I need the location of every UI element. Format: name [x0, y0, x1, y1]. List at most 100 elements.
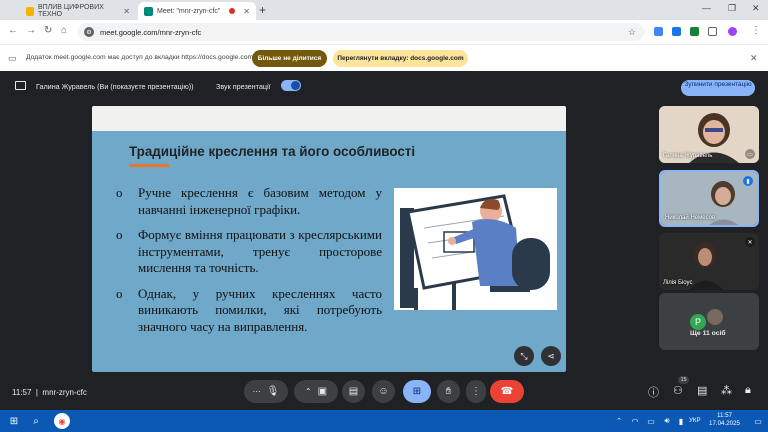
close-icon[interactable]: ✕ — [123, 7, 130, 16]
tab-title: Meet: "mnr-zryn-cfc" — [157, 7, 221, 15]
leave-call-button[interactable]: ☎ — [490, 380, 524, 403]
bullet-text: Формує вміння працювати з креслярськими … — [138, 227, 382, 275]
infobar-text: Додаток meet.google.com має доступ до вк… — [26, 54, 254, 61]
microphone-button[interactable]: ⋯ 🎙︎ — [244, 380, 288, 403]
reload-icon[interactable]: ↻ — [44, 25, 52, 36]
participant-tile[interactable]: Лілія Біоус ✕ — [659, 233, 759, 290]
emoji-icon: ☺ — [378, 386, 389, 397]
meeting-time-and-code: 11:57 | mnr-zryn-cfc — [12, 388, 87, 397]
mic-off-icon: ✕ — [745, 237, 755, 247]
stop-presenting-button[interactable]: Зупинити презентацію — [681, 80, 755, 96]
url-text: meet.google.com/mnr-zryn-cfc — [100, 27, 202, 37]
title-accent-line — [129, 164, 169, 167]
more-vertical-icon: ⋮ — [471, 386, 481, 397]
camera-button[interactable]: ⌃ ▣ — [294, 380, 338, 403]
present-screen-icon: ⊞ — [412, 386, 422, 397]
stop-sharing-button[interactable]: Більше не ділитися — [252, 50, 327, 67]
participant-tile[interactable]: Галина Журавель ▭ — [659, 106, 759, 163]
more-options-button[interactable]: ⋮ — [466, 380, 486, 403]
present-screen-icon — [15, 81, 26, 90]
sharing-infobar: ▭ Додаток meet.google.com має доступ до … — [0, 44, 768, 71]
tab-document[interactable]: ВПЛИВ ЦИФРОВИХ ТЕХНО ✕ — [20, 2, 136, 20]
network-icon[interactable]: ▭ — [643, 413, 659, 429]
share-icon: ▭ — [8, 53, 17, 63]
raise-hand-button[interactable]: ✋︎ — [437, 380, 460, 403]
presentation-slide: Традиційне креслення та його особливості… — [92, 106, 566, 372]
back-icon[interactable]: ← — [8, 25, 18, 36]
bullet-text: Ручне креслення є базовим методом у навч… — [138, 185, 382, 217]
avatar: P — [690, 314, 706, 330]
close-icon[interactable]: ✕ — [750, 53, 758, 64]
battery-icon[interactable]: ▮ — [673, 413, 689, 429]
url-field[interactable]: ⚙ meet.google.com/mnr-zryn-cfc ☆ — [78, 23, 644, 41]
maximize-icon[interactable]: ❐ — [728, 3, 736, 14]
recording-dot-icon — [229, 8, 236, 14]
slide-header-band — [92, 106, 566, 131]
minimize-icon[interactable]: — — [702, 3, 711, 13]
present-button[interactable]: ⊞ — [403, 380, 431, 403]
camera-icon: ▣ — [317, 386, 328, 397]
slide-share-icon[interactable]: ⋖ — [541, 346, 561, 366]
extension-icon[interactable] — [690, 27, 699, 36]
avatar — [707, 309, 724, 325]
taskbar-clock[interactable]: 11:57 17.04.2025 — [709, 412, 740, 428]
more-participants-avatars: P — [690, 309, 724, 330]
drafting-illustration — [394, 188, 557, 310]
site-info-icon[interactable]: ⚙ — [84, 27, 94, 37]
people-icon[interactable]: ⚇ — [673, 384, 683, 397]
extensions-puzzle-icon[interactable] — [708, 27, 717, 36]
translate-extension-icon[interactable] — [654, 27, 663, 36]
slide-bullet: o Ручне креслення є базовим методом у на… — [116, 185, 382, 218]
participant-tile[interactable]: Николай Немесов ▮ — [659, 170, 759, 227]
slide-title: Традиційне креслення та його особливості — [129, 144, 416, 159]
search-icon[interactable]: ⌕ — [28, 413, 44, 429]
participant-name: Галина Журавель — [663, 153, 713, 159]
tab-title: ВПЛИВ ЦИФРОВИХ ТЕХНО — [37, 4, 104, 18]
close-icon[interactable]: ✕ — [243, 7, 250, 16]
forward-icon[interactable]: → — [26, 25, 36, 36]
hand-icon: ✋︎ — [445, 386, 452, 397]
slide-expand-icon[interactable]: ⤡ — [514, 346, 534, 366]
chat-icon[interactable]: ▤ — [697, 384, 707, 397]
chrome-icon[interactable]: ◉ — [54, 413, 70, 429]
reactions-button[interactable]: ☺ — [372, 380, 395, 403]
speaking-indicator-icon: ▮ — [743, 176, 753, 186]
new-tab-button[interactable]: + — [259, 3, 266, 17]
presentation-sound-toggle[interactable] — [281, 80, 301, 91]
more-participants-label: Ще 11 осіб — [690, 330, 726, 337]
captions-button[interactable]: ▤ — [342, 380, 365, 403]
presenter-label: Галина Журавель (Ви (показуєте презентац… — [36, 82, 194, 91]
slide-bullet: o Однак, у ручних кресленнях часто виник… — [116, 286, 382, 336]
bullet-marker: o — [116, 227, 123, 242]
meeting-info-icon[interactable]: ⓘ — [648, 384, 659, 400]
participant-name: Лілія Біоус — [663, 280, 693, 286]
keyboard-language[interactable]: УКР — [689, 417, 701, 424]
microphone-icon: 🎙︎ — [266, 386, 280, 397]
view-tab-button[interactable]: Переглянути вкладку: docs.google.com — [333, 50, 468, 67]
present-screen-icon: ▭ — [745, 149, 755, 159]
chevron-up-icon: ⌃ — [304, 387, 312, 396]
profile-avatar[interactable] — [728, 27, 737, 36]
participant-name: Николай Немесов — [665, 215, 716, 221]
bookmark-star-icon[interactable]: ☆ — [628, 27, 636, 38]
window-close-icon[interactable]: ✕ — [752, 3, 760, 14]
tab-meet[interactable]: Meet: "mnr-zryn-cfc" ✕ — [138, 2, 256, 20]
presentation-bar: Галина Журавель (Ви (показуєте презентац… — [0, 75, 768, 97]
chevron-up-icon[interactable]: ⌃ — [611, 413, 627, 429]
windows-start-icon[interactable]: ⊞ — [6, 413, 22, 429]
bullet-text: Однак, у ручних кресленнях часто виникаю… — [138, 285, 382, 334]
extension-icon[interactable] — [672, 27, 681, 36]
clock-time: 11:57 — [716, 412, 732, 419]
docs-favicon-icon — [26, 6, 34, 16]
home-icon[interactable]: ⌂ — [61, 25, 67, 36]
browser-tab-bar: ВПЛИВ ЦИФРОВИХ ТЕХНО ✕ Meet: "mnr-zryn-c… — [0, 0, 768, 20]
presentation-sound-label: Звук презентації — [216, 82, 271, 91]
notifications-icon[interactable]: ▭ — [750, 413, 766, 429]
activities-icon[interactable]: ⁂ — [721, 384, 732, 397]
menu-dots-icon[interactable]: ⋮ — [751, 25, 761, 36]
slide-bullet: o Формує вміння працювати з креслярським… — [116, 227, 382, 277]
lock-icon[interactable]: 🔒︎ — [745, 384, 751, 397]
clock-date: 17.04.2025 — [709, 420, 740, 427]
bullet-marker: o — [116, 285, 123, 301]
wifi-icon[interactable]: ◠ — [627, 413, 643, 429]
